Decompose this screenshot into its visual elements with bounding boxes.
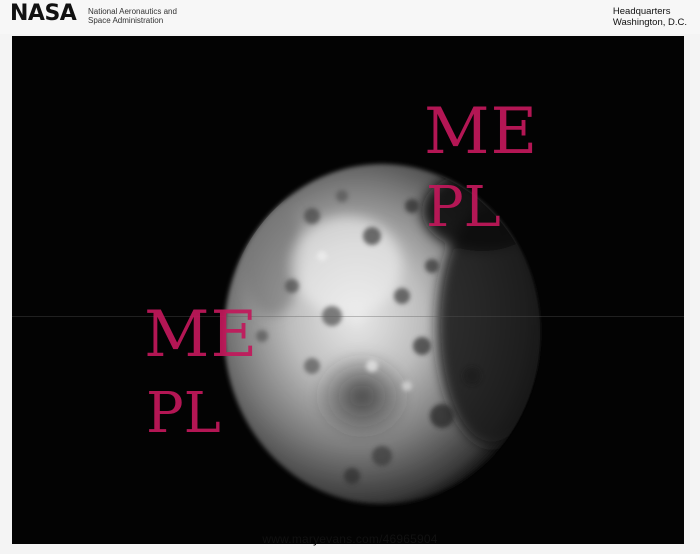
headquarters-label: Headquarters Washington, D.C. xyxy=(613,6,687,28)
photo-crease-line xyxy=(12,316,684,317)
agency-name: National Aeronautics and Space Administr… xyxy=(88,7,177,25)
watermark-pl-upper: PL xyxy=(426,175,501,240)
source-url: www.maryevans.com/46965904 xyxy=(262,532,438,546)
moon-image xyxy=(224,164,540,504)
watermark-me-upper: ME xyxy=(424,95,539,169)
watermark-me-lower: ME xyxy=(144,298,259,372)
moon-photograph xyxy=(12,36,684,544)
watermark-pl-lower: PL xyxy=(146,381,221,446)
document-header: NASA National Aeronautics and Space Admi… xyxy=(0,0,700,34)
nasa-logo: NASA xyxy=(10,1,77,26)
agency-line-2: Space Administration xyxy=(88,16,164,25)
hq-line-2: Washington, D.C. xyxy=(612,17,687,28)
agency-line-1: National Aeronautics and xyxy=(88,7,177,16)
hq-line-1: Headquarters xyxy=(612,6,671,17)
